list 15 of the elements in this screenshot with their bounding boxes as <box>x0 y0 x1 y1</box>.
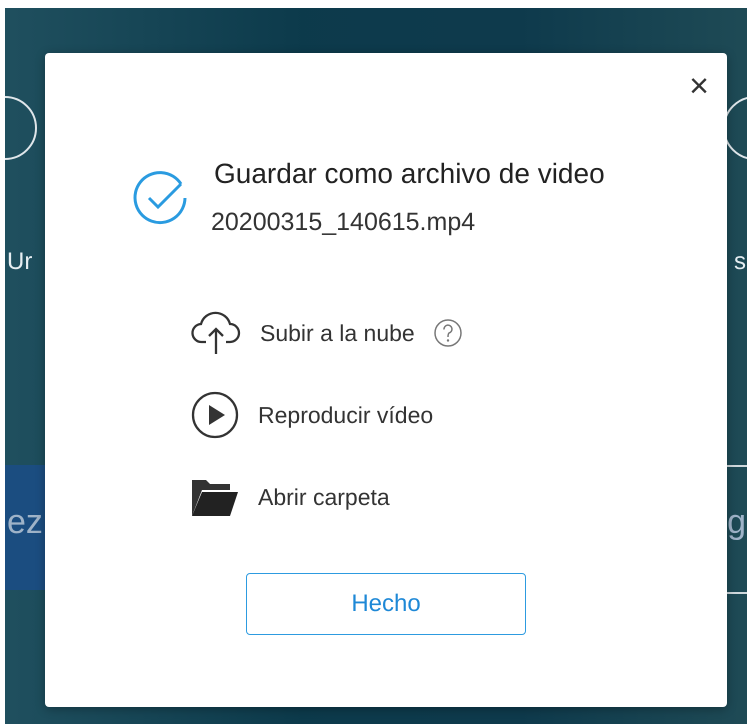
file-name: 20200315_140615.mp4 <box>211 208 476 237</box>
cloud-upload-icon <box>190 310 242 356</box>
background-text: s <box>734 248 746 276</box>
background-text: ez <box>7 503 43 542</box>
check-circle-icon <box>131 168 189 226</box>
action-link[interactable]: Subir a la nube <box>260 320 415 346</box>
action-link[interactable]: Abrir carpeta <box>258 484 390 510</box>
dialog-title: Guardar como archivo de video <box>214 158 605 190</box>
background-text: g <box>727 503 746 542</box>
close-button[interactable]: × <box>689 69 709 103</box>
help-icon[interactable] <box>432 318 463 348</box>
action-link[interactable]: Reproducir vídeo <box>258 402 434 428</box>
background-text: Ur <box>7 248 32 276</box>
play-icon <box>190 390 240 440</box>
done-button[interactable]: Hecho <box>246 573 526 635</box>
